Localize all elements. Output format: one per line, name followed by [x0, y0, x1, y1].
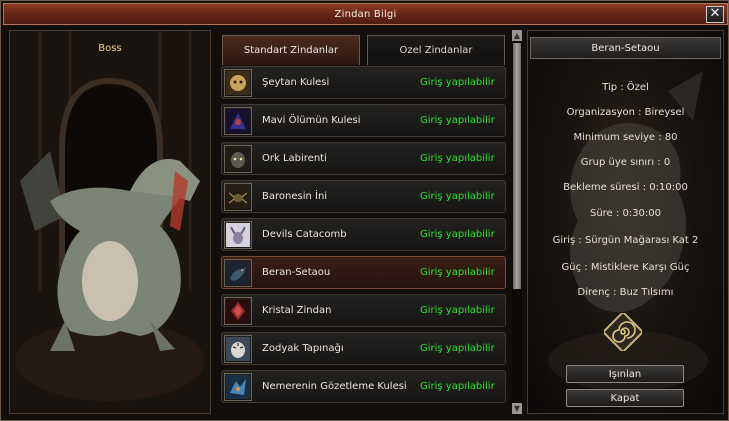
dungeon-name: Ork Labirenti: [262, 153, 327, 164]
detail-type: Tip : Özel: [602, 82, 649, 93]
dungeon-status: Giriş yapılabilir: [420, 153, 495, 164]
title-bar: Zindan Bilgi ✕: [3, 3, 728, 25]
dungeon-detail-panel: Beran-Setaou Tip : Özel Organizasyon : B…: [527, 30, 724, 414]
dungeon-info-window: Zindan Bilgi ✕ Boss Standart Zindanlar O…: [0, 0, 729, 421]
detail-title: Beran-Setaou: [530, 37, 721, 59]
dungeon-list-scrollbar[interactable]: ▲ ▼: [512, 30, 522, 414]
blue-demon-icon: [224, 106, 252, 135]
dungeon-status: Giriş yapılabilir: [420, 381, 495, 392]
dungeon-name: Devils Catacomb: [262, 229, 347, 240]
tiger-icon: [224, 334, 252, 363]
orc-icon: [224, 144, 252, 173]
dungeon-status: Giriş yapılabilir: [420, 305, 495, 316]
tab-standard-dungeons[interactable]: Standart Zindanlar: [222, 35, 360, 65]
dungeon-name: Mavi Ölümün Kulesi: [262, 115, 361, 126]
crystal-beast-icon: [224, 296, 252, 325]
dungeon-row-beran-setaou[interactable]: Beran-Setaou Giriş yapılabilir: [221, 256, 506, 289]
dungeon-list: Şeytan Kulesi Giriş yapılabilir Mavi Ölü…: [219, 64, 507, 410]
close-button[interactable]: Kapat: [566, 389, 684, 407]
dungeon-status: Giriş yapılabilir: [420, 191, 495, 202]
dungeon-row-nemerenin-gozetleme-kulesi[interactable]: Nemerenin Gözetleme Kulesi Giriş yapılab…: [221, 370, 506, 403]
detail-entrance: Giriş : Sürgün Mağarası Kat 2: [552, 235, 699, 246]
dungeon-row-ork-labirenti[interactable]: Ork Labirenti Giriş yapılabilir: [221, 142, 506, 175]
dungeon-status: Giriş yapılabilir: [420, 77, 495, 88]
dungeon-name: Zodyak Tapınağı: [262, 343, 344, 354]
teleport-button[interactable]: Işınlan: [566, 365, 684, 383]
detail-cooldown: Bekleme süresi : 0:10:00: [563, 182, 688, 193]
dungeon-name: Şeytan Kulesi: [262, 77, 330, 88]
scroll-down-arrow-icon[interactable]: ▼: [512, 403, 522, 414]
tab-special-dungeons[interactable]: Ozel Zindanlar: [367, 35, 505, 65]
scroll-up-arrow-icon[interactable]: ▲: [512, 30, 522, 41]
dungeon-status: Giriş yapılabilir: [420, 229, 495, 240]
boss-preview-panel: Boss: [9, 30, 211, 414]
spiral-rune-icon: [604, 313, 642, 351]
dungeon-row-zodyak-tapinagi[interactable]: Zodyak Tapınağı Giriş yapılabilir: [221, 332, 506, 365]
ice-beast-icon: [224, 372, 252, 401]
dungeon-name: Baronesin İni: [262, 191, 328, 202]
dungeon-name: Nemerenin Gözetleme Kulesi: [262, 381, 407, 392]
horned-devil-icon: [224, 220, 252, 249]
boss-dragon-image: [10, 31, 210, 413]
dungeon-status: Giriş yapılabilir: [420, 115, 495, 126]
dungeon-row-devils-catacomb[interactable]: Devils Catacomb Giriş yapılabilir: [221, 218, 506, 251]
boss-label: Boss: [98, 43, 122, 54]
detail-min-level: Minimum seviye : 80: [573, 132, 678, 143]
dungeon-row-kristal-zindan[interactable]: Kristal Zindan Giriş yapılabilir: [221, 294, 506, 327]
window-title: Zindan Bilgi: [334, 8, 397, 20]
dungeon-status: Giriş yapılabilir: [420, 267, 495, 278]
dungeon-row-mavi-olumun-kulesi[interactable]: Mavi Ölümün Kulesi Giriş yapılabilir: [221, 104, 506, 137]
close-window-button[interactable]: ✕: [706, 6, 724, 23]
detail-organization: Organizasyon : Bireysel: [566, 107, 685, 118]
spider-icon: [224, 182, 252, 211]
dungeon-name: Beran-Setaou: [262, 267, 331, 278]
dungeon-row-baronesin-ini[interactable]: Baronesin İni Giriş yapılabilir: [221, 180, 506, 213]
detail-group-limit: Grup üye sınırı : 0: [580, 157, 671, 168]
demon-face-icon: [224, 68, 252, 97]
detail-resistance: Direnç : Buz Tılsımı: [577, 287, 674, 298]
dungeon-row-seytan-kulesi[interactable]: Şeytan Kulesi Giriş yapılabilir: [221, 66, 506, 99]
dungeon-status: Giriş yapılabilir: [420, 343, 495, 354]
scroll-thumb[interactable]: [513, 43, 521, 289]
dragon-icon: [224, 258, 252, 287]
detail-duration: Süre : 0:30:00: [589, 208, 661, 219]
dungeon-name: Kristal Zindan: [262, 305, 332, 316]
detail-strength: Güç : Mistiklere Karşı Güç: [561, 262, 690, 273]
